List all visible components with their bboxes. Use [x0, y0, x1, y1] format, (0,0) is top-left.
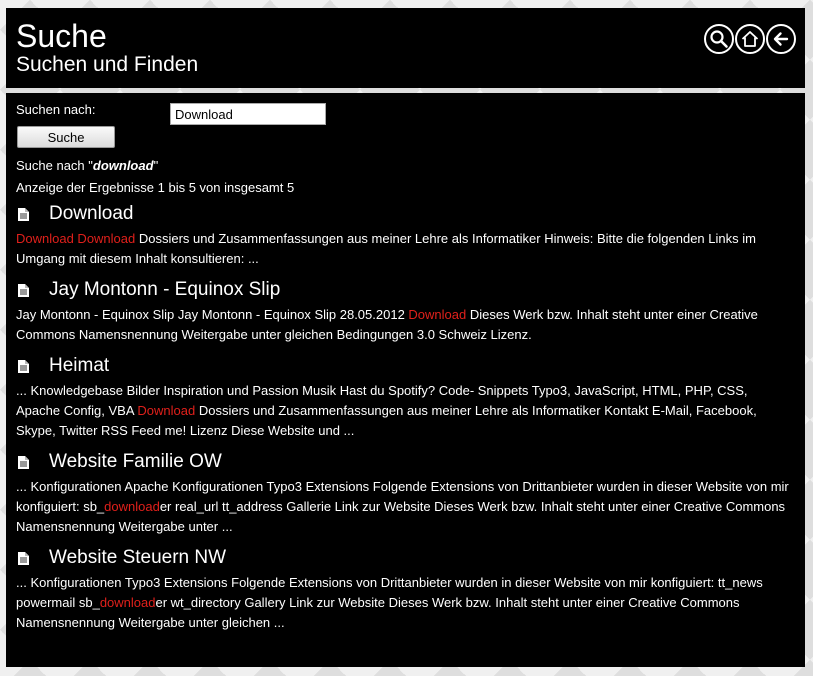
search-result: Website Steuern NW ... Konfigurationen Ty… — [16, 545, 791, 633]
document-icon — [18, 455, 29, 469]
document-icon — [18, 283, 29, 297]
query-term: download — [92, 158, 154, 173]
query-suffix: " — [153, 158, 159, 173]
result-snippet: ... Konfigurationen Apache Konfiguration… — [16, 477, 791, 537]
highlighted-term: Download Download — [16, 231, 136, 246]
document-icon — [18, 207, 29, 221]
home-icon — [741, 31, 759, 47]
snippet-text: Jay Montonn - Equinox Slip Jay Montonn -… — [16, 307, 409, 322]
result-header: Heimat — [16, 353, 791, 379]
result-header: Download — [16, 201, 791, 227]
result-header: Website Steuern NW — [16, 545, 791, 571]
highlighted-term: Download — [408, 307, 467, 322]
search-input[interactable] — [170, 103, 326, 125]
search-result: Jay Montonn - Equinox Slip Jay Montonn - … — [16, 277, 791, 345]
query-summary: Suche nach "download" — [16, 158, 158, 173]
result-snippet: Download Download Dossiers und Zusammenf… — [16, 229, 791, 269]
highlighted-term: Download — [137, 403, 196, 418]
page-header: Suche Suchen und Finden — [6, 8, 805, 88]
page-title: Suche — [16, 18, 107, 54]
search-result: Heimat ... Knowledgebase Bilder Inspirati… — [16, 353, 791, 441]
result-header: Jay Montonn - Equinox Slip — [16, 277, 791, 303]
search-label: Suchen nach: — [16, 102, 96, 117]
search-nav-button[interactable] — [704, 24, 734, 54]
search-panel: Suchen nach: Suche Suche nach "download"… — [6, 93, 805, 667]
result-title-link[interactable]: Website Steuern NW — [49, 547, 226, 569]
query-prefix: Suche nach " — [16, 158, 93, 173]
highlighted-term: download — [99, 595, 156, 610]
result-snippet: ... Knowledgebase Bilder Inspiration und… — [16, 381, 791, 441]
result-title-link[interactable]: Jay Montonn - Equinox Slip — [49, 279, 280, 301]
back-nav-button[interactable] — [766, 24, 796, 54]
results-list: Download Download Download Dossiers und Z… — [16, 201, 791, 641]
result-title-link[interactable]: Website Familie OW — [49, 451, 222, 473]
result-snippet: ... Konfigurationen Typo3 Extensions Fol… — [16, 573, 791, 633]
results-count: Anzeige der Ergebnisse 1 bis 5 von insge… — [16, 180, 295, 195]
search-result: Download Download Download Dossiers und Z… — [16, 201, 791, 269]
page-subtitle: Suchen und Finden — [16, 53, 199, 76]
result-title-link[interactable]: Download — [49, 203, 134, 225]
result-title-link[interactable]: Heimat — [49, 355, 109, 377]
result-snippet: Jay Montonn - Equinox Slip Jay Montonn -… — [16, 305, 791, 345]
result-header: Website Familie OW — [16, 449, 791, 475]
search-result: Website Familie OW ... Konfigurationen Ap… — [16, 449, 791, 537]
back-arrow-icon — [773, 32, 789, 46]
home-nav-button[interactable] — [735, 24, 765, 54]
nav-icons — [704, 24, 796, 54]
document-icon — [18, 359, 29, 373]
document-icon — [18, 551, 29, 565]
search-button[interactable]: Suche — [17, 126, 115, 148]
highlighted-term: download — [104, 499, 160, 514]
search-icon — [710, 30, 728, 48]
